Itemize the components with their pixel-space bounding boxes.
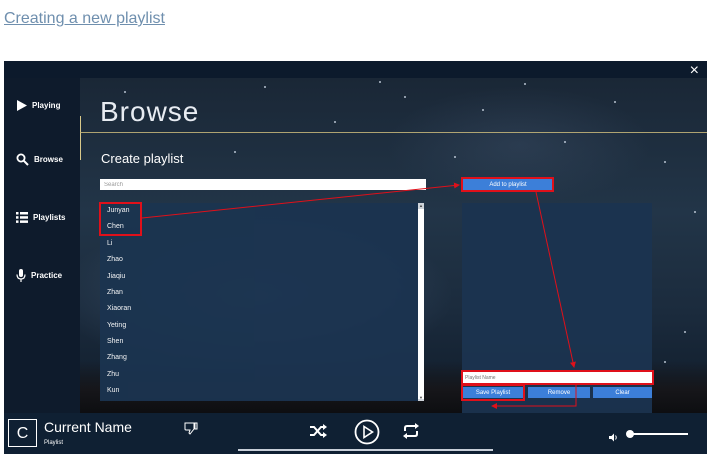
play-icon: [16, 100, 27, 111]
dislike-icon[interactable]: [184, 422, 198, 440]
list-item[interactable]: Chen: [107, 223, 124, 230]
clear-button[interactable]: Clear: [593, 387, 652, 398]
sidebar: Playing Browse Playlists Practice: [4, 78, 80, 413]
sidebar-item-label: Practice: [31, 271, 63, 280]
album-art[interactable]: C: [8, 419, 37, 447]
sidebar-item-label: Playlists: [33, 213, 66, 222]
sidebar-item-label: Playing: [32, 101, 61, 110]
search-icon: [16, 153, 29, 166]
current-playlist-name: Playlist: [44, 440, 64, 446]
search-input[interactable]: [100, 179, 426, 190]
play-pause-icon[interactable]: [354, 419, 380, 450]
track-progress-bar[interactable]: [238, 449, 493, 451]
volume-icon[interactable]: [609, 429, 619, 447]
list-item[interactable]: Zhao: [107, 256, 123, 263]
add-to-playlist-button[interactable]: Add to playlist: [463, 179, 553, 190]
list-item[interactable]: Shen: [107, 338, 123, 345]
shuffle-icon[interactable]: [309, 423, 327, 444]
document-title: Creating a new playlist: [4, 10, 165, 27]
active-nav-indicator: [80, 116, 81, 160]
list-icon: [16, 212, 28, 223]
current-track-name: Current Name: [44, 419, 132, 435]
list-item[interactable]: Jiaqiu: [107, 273, 125, 280]
scrollbar-thumb[interactable]: [418, 209, 424, 399]
name-list: Junyan Chen Li Zhao Jiaqiu Zhan Xiaoran …: [100, 203, 424, 401]
list-item[interactable]: Yeting: [107, 322, 126, 329]
microphone-icon: [16, 269, 26, 282]
list-item[interactable]: Zhang: [107, 354, 127, 361]
volume-slider-handle[interactable]: [626, 430, 634, 438]
list-item[interactable]: Li: [107, 240, 112, 247]
sidebar-item-label: Browse: [34, 155, 63, 164]
player-bar: C Current Name Playlist: [4, 413, 707, 454]
repeat-icon[interactable]: [402, 423, 420, 444]
header-divider: [80, 132, 707, 133]
close-icon[interactable]: ×: [690, 63, 699, 79]
list-item[interactable]: Junyan: [107, 207, 130, 214]
sidebar-item-playlists[interactable]: Playlists: [16, 212, 65, 223]
list-item[interactable]: Zhu: [107, 371, 119, 378]
list-item[interactable]: Xiaoran: [107, 305, 131, 312]
sidebar-item-playing[interactable]: Playing: [16, 100, 60, 111]
sidebar-item-browse[interactable]: Browse: [16, 153, 63, 166]
list-scrollbar[interactable]: ▲ ▼: [418, 203, 424, 401]
remove-button[interactable]: Remove: [528, 387, 590, 398]
page-title: Browse: [100, 96, 200, 127]
scroll-down-icon[interactable]: ▼: [418, 395, 424, 401]
section-title: Create playlist: [101, 151, 184, 166]
list-item[interactable]: Kun: [107, 387, 119, 394]
music-app-window: × Playing Browse Playlists Practice Brow…: [4, 61, 707, 454]
save-playlist-button[interactable]: Save Playlist: [462, 387, 524, 398]
playlist-name-input[interactable]: [462, 372, 652, 383]
sidebar-item-practice[interactable]: Practice: [16, 269, 62, 282]
list-item[interactable]: Zhan: [107, 289, 123, 296]
volume-slider[interactable]: [630, 433, 688, 435]
